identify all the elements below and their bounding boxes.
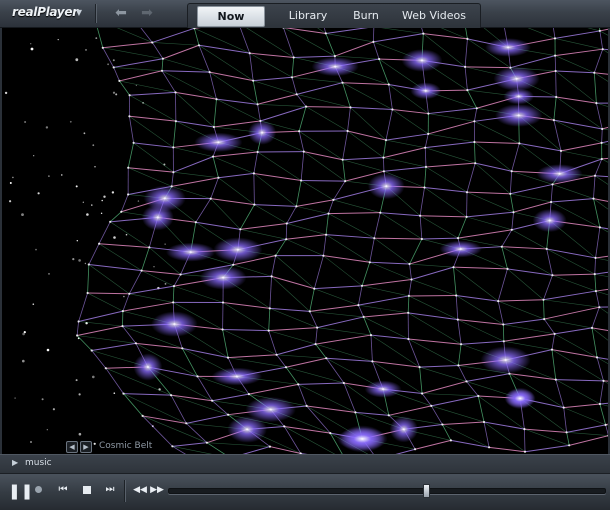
arrow-left-icon[interactable]: ⬅ <box>112 4 130 22</box>
tab-web-videos[interactable]: Web Videos <box>394 6 474 25</box>
tab-library[interactable]: Library <box>280 6 336 25</box>
previous-track-icon[interactable]: ⏮ <box>56 483 70 497</box>
record-icon[interactable] <box>33 484 45 496</box>
seek-slider[interactable] <box>168 488 606 494</box>
play-small-icon[interactable]: ▶ <box>12 458 18 467</box>
visualization-display[interactable] <box>2 28 608 454</box>
tab-burn[interactable]: Burn <box>346 6 386 25</box>
now-playing-info: ▶ music <box>0 454 610 473</box>
transport-bar: ❚❚ ⏮ ⏭ ◀◀ ▶▶ <box>0 473 610 510</box>
top-toolbar: realPlayer ▼ ⬅ ➡ Now Playing Library Bur… <box>0 0 610 28</box>
next-track-icon[interactable]: ⏭ <box>103 483 117 497</box>
fast-forward-icon[interactable]: ▶▶ <box>150 483 164 497</box>
seek-thumb[interactable] <box>423 484 430 498</box>
visualization-controls: ◀ ▶ <box>66 441 92 453</box>
cosmic-belt-visualization <box>2 28 608 454</box>
main-tabs: Now Playing Library Burn Web Videos <box>187 3 481 28</box>
visualization-next-icon[interactable]: ▶ <box>80 441 92 453</box>
transport-divider <box>124 480 125 502</box>
visualization-name: Cosmic Belt <box>99 441 152 451</box>
stop-icon[interactable] <box>80 483 94 497</box>
pause-icon[interactable]: ❚❚ <box>8 481 28 501</box>
tab-now-playing[interactable]: Now Playing <box>197 6 265 27</box>
arrow-right-icon[interactable]: ➡ <box>138 4 156 22</box>
visualization-prev-icon[interactable]: ◀ <box>66 441 78 453</box>
realplayer-logo[interactable]: realPlayer <box>12 5 78 21</box>
toolbar-divider <box>95 4 96 23</box>
clip-info-text: music <box>25 458 52 468</box>
rewind-icon[interactable]: ◀◀ <box>133 483 147 497</box>
dropdown-arrow-icon[interactable]: ▼ <box>74 7 84 19</box>
